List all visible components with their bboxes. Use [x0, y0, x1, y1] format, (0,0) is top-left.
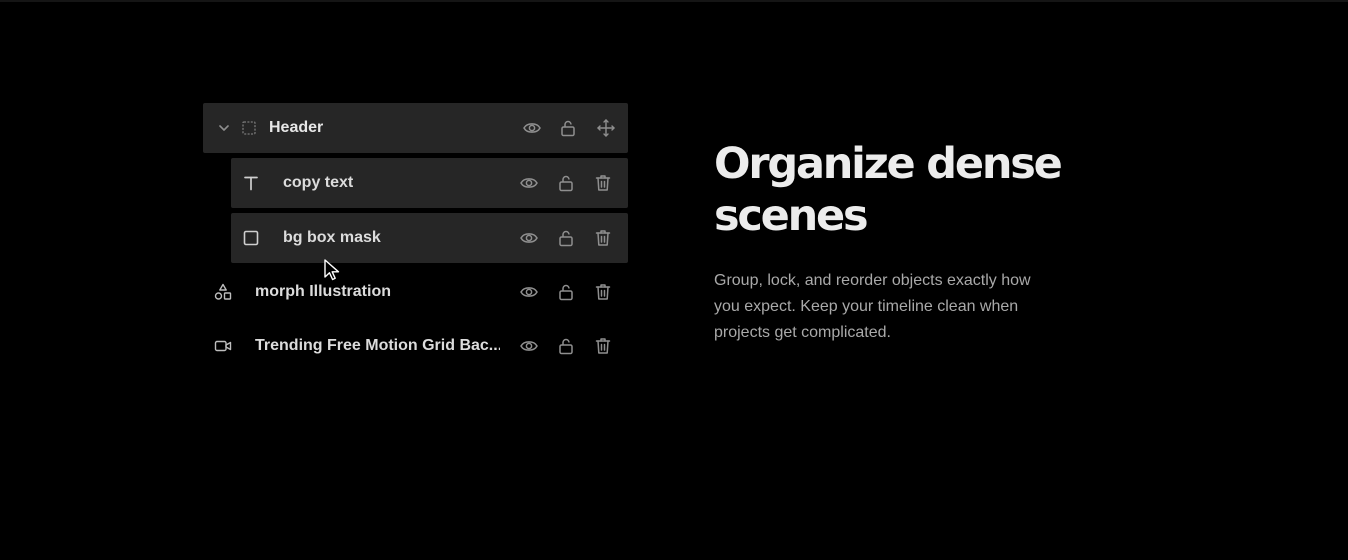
- chevron-down-icon[interactable]: [213, 117, 235, 139]
- top-border: [0, 0, 1348, 2]
- layer-label: Trending Free Motion Grid Bac...: [255, 337, 500, 354]
- trash-icon[interactable]: [592, 172, 614, 194]
- layer-group-header[interactable]: Header: [203, 103, 628, 153]
- eye-icon[interactable]: [518, 172, 540, 194]
- eye-icon[interactable]: [518, 281, 540, 303]
- page: Header copy text bg box mask morph Illus…: [0, 0, 1348, 560]
- layer-label: copy text: [283, 174, 354, 191]
- text-icon: [240, 172, 262, 194]
- feature-description: Group, lock, and reorder objects exactly…: [714, 272, 1031, 341]
- trash-icon[interactable]: [592, 227, 614, 249]
- unlock-icon[interactable]: [557, 117, 579, 139]
- unlock-icon[interactable]: [555, 172, 577, 194]
- trash-icon[interactable]: [592, 335, 614, 357]
- move-icon[interactable]: [595, 117, 617, 139]
- layer-label: bg box mask: [283, 229, 381, 246]
- layer-item-copy-text[interactable]: copy text: [231, 158, 628, 208]
- layer-item-bg-box-mask[interactable]: bg box mask: [231, 213, 628, 263]
- eye-icon[interactable]: [518, 227, 540, 249]
- layer-item-motion-grid-video[interactable]: Trending Free Motion Grid Bac...: [203, 321, 628, 371]
- frame-icon: [238, 117, 260, 139]
- unlock-icon[interactable]: [555, 227, 577, 249]
- unlock-icon[interactable]: [555, 281, 577, 303]
- trash-icon[interactable]: [592, 281, 614, 303]
- shapes-icon: [212, 281, 234, 303]
- unlock-icon[interactable]: [555, 335, 577, 357]
- feature-copy: Organize dense scenes Group, lock, and r…: [714, 138, 1134, 346]
- eye-icon[interactable]: [518, 335, 540, 357]
- layer-label: Header: [269, 119, 324, 136]
- feature-headline: Organize dense scenes: [714, 139, 1063, 241]
- square-icon: [240, 227, 262, 249]
- eye-icon[interactable]: [521, 117, 543, 139]
- video-icon: [212, 335, 234, 357]
- layer-item-morph-illustration[interactable]: morph Illustration: [203, 267, 628, 317]
- mouse-cursor-icon: [323, 258, 343, 287]
